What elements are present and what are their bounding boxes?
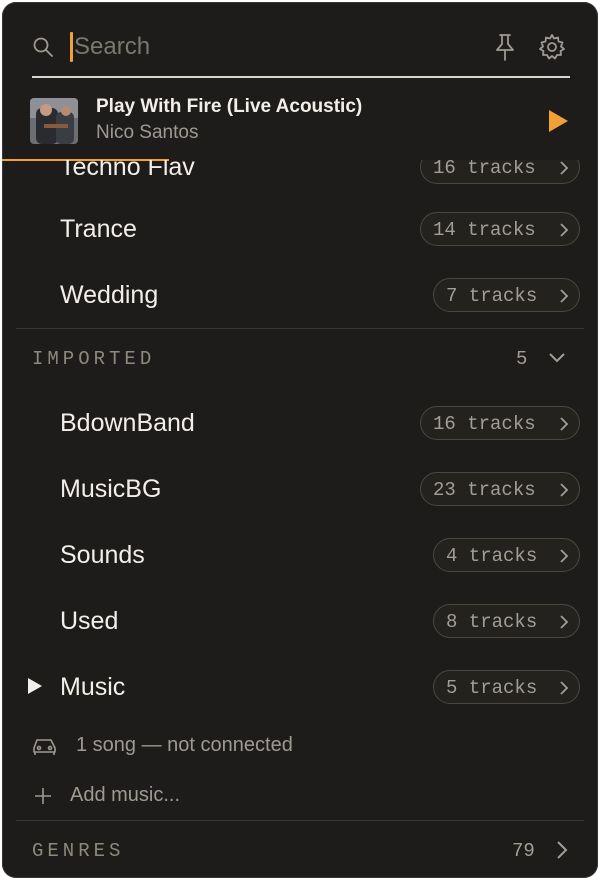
track-count-pill[interactable]: 8 tracks xyxy=(433,604,580,638)
section-header-imported[interactable]: IMPORTED 5 xyxy=(2,330,598,390)
search-underline xyxy=(32,76,570,78)
playlist-row[interactable]: BdownBand 16 tracks xyxy=(2,392,598,458)
playlist-row-playing[interactable]: Music 5 tracks xyxy=(2,656,598,722)
playlist-list: Techno Flav 16 tracks Trance 14 tracks W… xyxy=(2,160,598,878)
chevron-right-icon xyxy=(560,681,569,695)
chevron-right-icon xyxy=(560,615,569,629)
track-count-pill[interactable]: 7 tracks xyxy=(433,278,580,312)
section-divider xyxy=(16,328,584,329)
device-status-text: 1 song — not connected xyxy=(76,734,293,756)
chevron-right-icon xyxy=(560,161,569,175)
track-count-pill[interactable]: 4 tracks xyxy=(433,538,580,572)
playlist-label: Trance xyxy=(60,215,137,243)
chevron-right-icon xyxy=(560,223,569,237)
track-count-pill[interactable]: 16 tracks xyxy=(420,406,580,440)
plus-icon xyxy=(35,788,51,804)
section-title: GENRES xyxy=(32,840,125,862)
gear-icon[interactable] xyxy=(538,33,566,61)
track-count-pill[interactable]: 16 tracks xyxy=(420,160,580,184)
chevron-right-icon[interactable] xyxy=(556,840,568,860)
music-panel: Play With Fire (Live Acoustic) Nico Sant… xyxy=(2,2,598,878)
playlist-label: MusicBG xyxy=(60,475,162,503)
search-bar xyxy=(2,2,598,80)
add-music-button[interactable]: Add music... xyxy=(2,776,598,816)
section-title: IMPORTED xyxy=(32,348,156,370)
chevron-down-icon[interactable] xyxy=(548,352,566,364)
track-count-pill[interactable]: 5 tracks xyxy=(433,670,580,704)
play-icon[interactable] xyxy=(546,108,570,134)
text-caret xyxy=(70,32,73,62)
playlist-label: Wedding xyxy=(60,281,159,309)
playing-indicator-icon xyxy=(28,678,42,694)
playlist-row[interactable]: Wedding 7 tracks xyxy=(2,264,598,330)
section-divider xyxy=(16,820,584,821)
track-count: 14 tracks xyxy=(433,219,536,241)
playlist-label: Sounds xyxy=(60,541,145,569)
album-art xyxy=(30,98,78,144)
playlist-row[interactable]: Trance 14 tracks xyxy=(2,198,598,264)
track-count: 23 tracks xyxy=(433,479,536,501)
playlist-label: Techno Flav xyxy=(60,160,195,181)
playlist-label: BdownBand xyxy=(60,409,195,437)
playlist-row[interactable]: Used 8 tracks xyxy=(2,590,598,656)
now-playing-bar[interactable]: Play With Fire (Live Acoustic) Nico Sant… xyxy=(2,86,598,158)
track-count: 7 tracks xyxy=(446,285,538,307)
track-artist: Nico Santos xyxy=(96,122,199,143)
car-icon xyxy=(33,739,56,755)
track-count: 4 tracks xyxy=(446,545,538,567)
playlist-label: Music xyxy=(60,673,126,701)
playlist-row[interactable]: Sounds 4 tracks xyxy=(2,524,598,590)
track-count-pill[interactable]: 14 tracks xyxy=(420,212,580,246)
chevron-right-icon xyxy=(560,549,569,563)
chevron-right-icon xyxy=(560,483,569,497)
add-music-label: Add music... xyxy=(70,784,181,806)
section-count: 5 xyxy=(516,348,528,370)
section-header-genres[interactable]: GENRES 79 xyxy=(2,822,598,878)
track-count: 8 tracks xyxy=(446,611,538,633)
track-count: 16 tracks xyxy=(433,160,536,179)
device-status-row[interactable]: 1 song — not connected xyxy=(2,726,598,766)
playlist-row[interactable]: MusicBG 23 tracks xyxy=(2,458,598,524)
playlist-label: Used xyxy=(60,607,119,635)
chevron-right-icon xyxy=(560,289,569,303)
section-count: 79 xyxy=(512,840,535,862)
pin-icon[interactable] xyxy=(492,32,518,62)
track-title: Play With Fire (Live Acoustic) xyxy=(96,96,363,117)
track-count-pill[interactable]: 23 tracks xyxy=(420,472,580,506)
track-count: 5 tracks xyxy=(446,677,538,699)
chevron-right-icon xyxy=(560,417,569,431)
search-icon xyxy=(33,37,53,57)
search-input[interactable] xyxy=(74,30,454,64)
track-count: 16 tracks xyxy=(433,413,536,435)
